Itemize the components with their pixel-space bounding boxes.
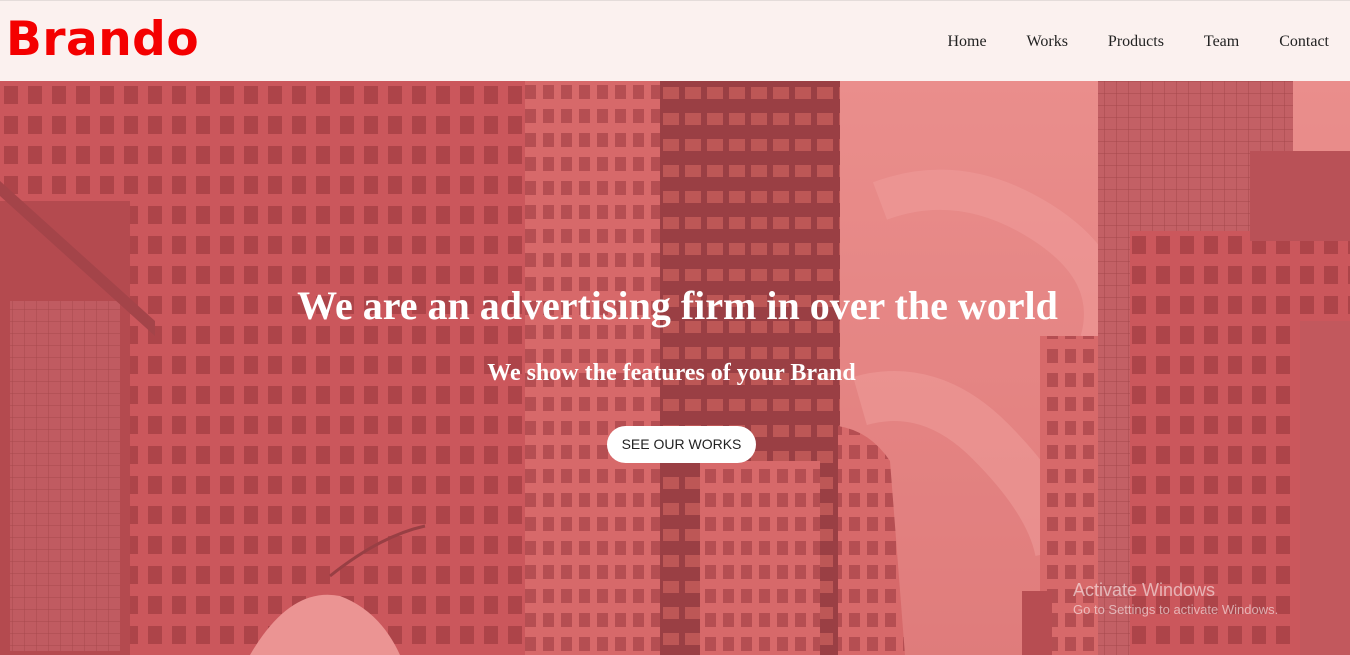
nav-contact-link[interactable]: Contact bbox=[1279, 32, 1329, 52]
nav-products-link[interactable]: Products bbox=[1108, 32, 1164, 52]
main-nav: Home Works Products Team Contact bbox=[947, 32, 1329, 52]
watermark-subtitle: Go to Settings to activate Windows. bbox=[1073, 602, 1279, 617]
nav-home-link[interactable]: Home bbox=[947, 32, 986, 52]
watermark-title: Activate Windows bbox=[1073, 580, 1216, 600]
hero-subheadline: We show the features of your Brand bbox=[487, 360, 856, 386]
see-our-works-button[interactable]: SEE OUR WORKS bbox=[607, 426, 756, 463]
brand-logo[interactable]: Brando bbox=[6, 12, 199, 68]
activate-windows-watermark: Activate Windows Go to Settings to activ… bbox=[1073, 579, 1278, 619]
site-header: Brando Home Works Products Team Contact bbox=[0, 0, 1350, 81]
nav-works-link[interactable]: Works bbox=[1027, 32, 1068, 52]
nav-team-link[interactable]: Team bbox=[1204, 32, 1239, 52]
hero-section: We are an advertising firm in over the w… bbox=[0, 81, 1350, 655]
hero-headline: We are an advertising firm in over the w… bbox=[297, 283, 1058, 328]
